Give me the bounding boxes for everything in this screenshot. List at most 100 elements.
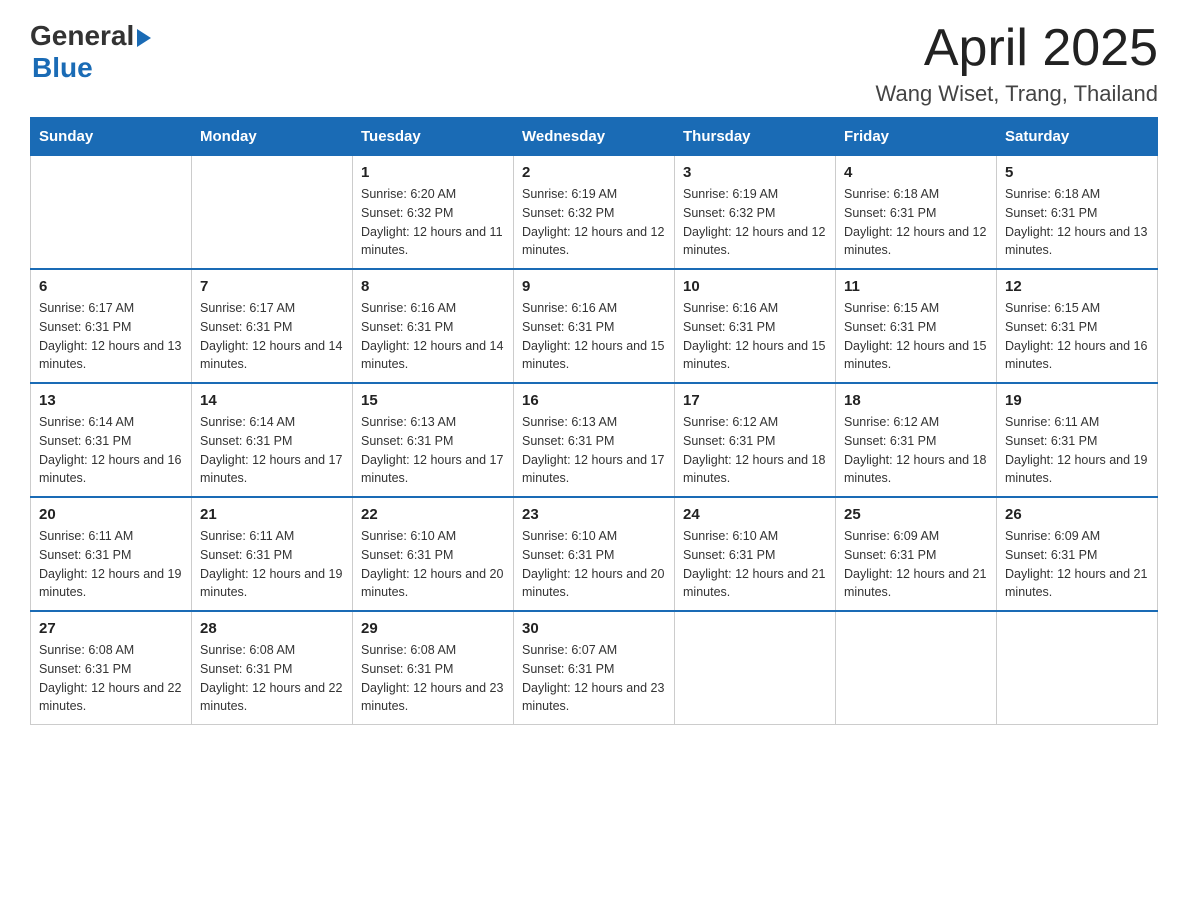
page-header: General Blue April 2025 Wang Wiset, Tran… — [30, 20, 1158, 107]
day-info: Sunrise: 6:11 AMSunset: 6:31 PMDaylight:… — [200, 527, 344, 602]
calendar-cell — [836, 611, 997, 725]
day-number: 1 — [361, 164, 505, 181]
day-info: Sunrise: 6:12 AMSunset: 6:31 PMDaylight:… — [683, 413, 827, 488]
calendar-cell: 21 Sunrise: 6:11 AMSunset: 6:31 PMDayligh… — [192, 497, 353, 611]
calendar-cell: 13 Sunrise: 6:14 AMSunset: 6:31 PMDayligh… — [31, 383, 192, 497]
day-info: Sunrise: 6:09 AMSunset: 6:31 PMDaylight:… — [844, 527, 988, 602]
calendar-cell: 29 Sunrise: 6:08 AMSunset: 6:31 PMDayligh… — [353, 611, 514, 725]
day-info: Sunrise: 6:13 AMSunset: 6:31 PMDaylight:… — [522, 413, 666, 488]
day-info: Sunrise: 6:18 AMSunset: 6:31 PMDaylight:… — [844, 185, 988, 260]
day-number: 9 — [522, 278, 666, 295]
day-number: 26 — [1005, 506, 1149, 523]
day-info: Sunrise: 6:08 AMSunset: 6:31 PMDaylight:… — [39, 641, 183, 716]
month-title: April 2025 — [876, 20, 1158, 77]
calendar-week-row: 13 Sunrise: 6:14 AMSunset: 6:31 PMDayligh… — [31, 383, 1158, 497]
day-info: Sunrise: 6:15 AMSunset: 6:31 PMDaylight:… — [1005, 299, 1149, 374]
day-info: Sunrise: 6:16 AMSunset: 6:31 PMDaylight:… — [361, 299, 505, 374]
calendar-cell: 26 Sunrise: 6:09 AMSunset: 6:31 PMDayligh… — [997, 497, 1158, 611]
calendar-cell: 25 Sunrise: 6:09 AMSunset: 6:31 PMDayligh… — [836, 497, 997, 611]
calendar-cell: 10 Sunrise: 6:16 AMSunset: 6:31 PMDayligh… — [675, 269, 836, 383]
calendar-cell: 11 Sunrise: 6:15 AMSunset: 6:31 PMDayligh… — [836, 269, 997, 383]
title-section: April 2025 Wang Wiset, Trang, Thailand — [876, 20, 1158, 107]
day-number: 18 — [844, 392, 988, 409]
day-number: 30 — [522, 620, 666, 637]
day-info: Sunrise: 6:16 AMSunset: 6:31 PMDaylight:… — [683, 299, 827, 374]
day-number: 11 — [844, 278, 988, 295]
day-info: Sunrise: 6:08 AMSunset: 6:31 PMDaylight:… — [361, 641, 505, 716]
weekday-header-monday: Monday — [192, 118, 353, 156]
calendar-week-row: 6 Sunrise: 6:17 AMSunset: 6:31 PMDaylight… — [31, 269, 1158, 383]
day-number: 24 — [683, 506, 827, 523]
logo-blue-text: Blue — [30, 52, 93, 84]
day-number: 7 — [200, 278, 344, 295]
day-info: Sunrise: 6:11 AMSunset: 6:31 PMDaylight:… — [1005, 413, 1149, 488]
day-info: Sunrise: 6:07 AMSunset: 6:31 PMDaylight:… — [522, 641, 666, 716]
logo-line1: General — [30, 20, 151, 52]
weekday-header-wednesday: Wednesday — [514, 118, 675, 156]
weekday-header-friday: Friday — [836, 118, 997, 156]
day-number: 15 — [361, 392, 505, 409]
day-number: 22 — [361, 506, 505, 523]
calendar-cell: 9 Sunrise: 6:16 AMSunset: 6:31 PMDaylight… — [514, 269, 675, 383]
calendar-cell: 7 Sunrise: 6:17 AMSunset: 6:31 PMDaylight… — [192, 269, 353, 383]
day-number: 2 — [522, 164, 666, 181]
calendar-cell — [997, 611, 1158, 725]
calendar-cell — [192, 156, 353, 270]
day-number: 3 — [683, 164, 827, 181]
day-number: 10 — [683, 278, 827, 295]
day-number: 14 — [200, 392, 344, 409]
location-title: Wang Wiset, Trang, Thailand — [876, 81, 1158, 107]
day-info: Sunrise: 6:19 AMSunset: 6:32 PMDaylight:… — [522, 185, 666, 260]
day-number: 6 — [39, 278, 183, 295]
calendar-table: SundayMondayTuesdayWednesdayThursdayFrid… — [30, 117, 1158, 725]
calendar-cell: 4Sunrise: 6:18 AMSunset: 6:31 PMDaylight… — [836, 156, 997, 270]
calendar-cell: 5 Sunrise: 6:18 AMSunset: 6:31 PMDaylight… — [997, 156, 1158, 270]
day-number: 28 — [200, 620, 344, 637]
calendar-cell: 27Sunrise: 6:08 AMSunset: 6:31 PMDayligh… — [31, 611, 192, 725]
day-info: Sunrise: 6:10 AMSunset: 6:31 PMDaylight:… — [522, 527, 666, 602]
calendar-week-row: 1 Sunrise: 6:20 AMSunset: 6:32 PMDaylight… — [31, 156, 1158, 270]
day-info: Sunrise: 6:18 AMSunset: 6:31 PMDaylight:… — [1005, 185, 1149, 260]
weekday-header-saturday: Saturday — [997, 118, 1158, 156]
day-info: Sunrise: 6:14 AMSunset: 6:31 PMDaylight:… — [39, 413, 183, 488]
calendar-cell: 16 Sunrise: 6:13 AMSunset: 6:31 PMDayligh… — [514, 383, 675, 497]
calendar-week-row: 20 Sunrise: 6:11 AMSunset: 6:31 PMDayligh… — [31, 497, 1158, 611]
calendar-cell: 19Sunrise: 6:11 AMSunset: 6:31 PMDayligh… — [997, 383, 1158, 497]
calendar-cell: 24Sunrise: 6:10 AMSunset: 6:31 PMDayligh… — [675, 497, 836, 611]
calendar-cell: 20 Sunrise: 6:11 AMSunset: 6:31 PMDayligh… — [31, 497, 192, 611]
weekday-header-thursday: Thursday — [675, 118, 836, 156]
calendar-cell: 22 Sunrise: 6:10 AMSunset: 6:31 PMDayligh… — [353, 497, 514, 611]
day-number: 16 — [522, 392, 666, 409]
calendar-cell — [31, 156, 192, 270]
day-info: Sunrise: 6:20 AMSunset: 6:32 PMDaylight:… — [361, 185, 505, 260]
logo: General Blue — [30, 20, 151, 84]
day-info: Sunrise: 6:08 AMSunset: 6:31 PMDaylight:… — [200, 641, 344, 716]
calendar-cell: 12Sunrise: 6:15 AMSunset: 6:31 PMDayligh… — [997, 269, 1158, 383]
calendar-cell: 28 Sunrise: 6:08 AMSunset: 6:31 PMDayligh… — [192, 611, 353, 725]
calendar-cell: 8 Sunrise: 6:16 AMSunset: 6:31 PMDaylight… — [353, 269, 514, 383]
day-number: 29 — [361, 620, 505, 637]
calendar-cell: 1 Sunrise: 6:20 AMSunset: 6:32 PMDaylight… — [353, 156, 514, 270]
calendar-cell: 18Sunrise: 6:12 AMSunset: 6:31 PMDayligh… — [836, 383, 997, 497]
day-info: Sunrise: 6:11 AMSunset: 6:31 PMDaylight:… — [39, 527, 183, 602]
logo-blue-line: Blue — [30, 52, 151, 84]
day-number: 20 — [39, 506, 183, 523]
day-number: 21 — [200, 506, 344, 523]
calendar-cell: 17 Sunrise: 6:12 AMSunset: 6:31 PMDayligh… — [675, 383, 836, 497]
day-info: Sunrise: 6:17 AMSunset: 6:31 PMDaylight:… — [200, 299, 344, 374]
calendar-cell: 3Sunrise: 6:19 AMSunset: 6:32 PMDaylight… — [675, 156, 836, 270]
day-number: 5 — [1005, 164, 1149, 181]
day-info: Sunrise: 6:13 AMSunset: 6:31 PMDaylight:… — [361, 413, 505, 488]
day-info: Sunrise: 6:16 AMSunset: 6:31 PMDaylight:… — [522, 299, 666, 374]
day-info: Sunrise: 6:10 AMSunset: 6:31 PMDaylight:… — [361, 527, 505, 602]
day-number: 8 — [361, 278, 505, 295]
calendar-header-row: SundayMondayTuesdayWednesdayThursdayFrid… — [31, 118, 1158, 156]
day-number: 17 — [683, 392, 827, 409]
day-number: 13 — [39, 392, 183, 409]
day-info: Sunrise: 6:09 AMSunset: 6:31 PMDaylight:… — [1005, 527, 1149, 602]
calendar-cell: 14Sunrise: 6:14 AMSunset: 6:31 PMDayligh… — [192, 383, 353, 497]
calendar-cell: 23Sunrise: 6:10 AMSunset: 6:31 PMDayligh… — [514, 497, 675, 611]
day-number: 25 — [844, 506, 988, 523]
day-info: Sunrise: 6:17 AMSunset: 6:31 PMDaylight:… — [39, 299, 183, 374]
day-info: Sunrise: 6:15 AMSunset: 6:31 PMDaylight:… — [844, 299, 988, 374]
